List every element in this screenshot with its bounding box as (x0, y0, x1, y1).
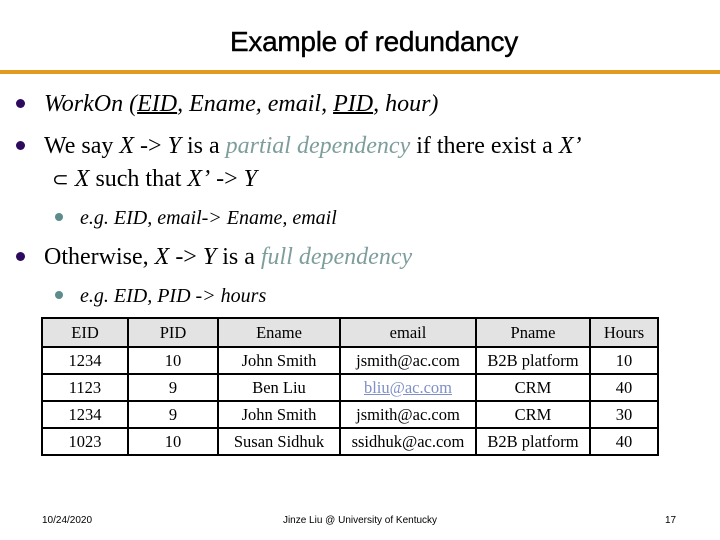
cell-pname: B2B platform (475, 427, 591, 456)
bullet-partial-dependency-cont: ⊂ X such that X’ -> Y (52, 163, 257, 196)
text: if there exist a (410, 133, 559, 159)
bullet-full-dependency: Otherwise, X -> Y is a full dependency (16, 241, 412, 273)
table-row: 1023 10 Susan Sidhuk ssidhuk@ac.com B2B … (41, 427, 659, 456)
text: is a (180, 133, 226, 159)
column-header: EID (41, 317, 129, 348)
cell-email-link[interactable]: bliu@ac.com (339, 373, 477, 402)
cell-eid: 1234 (41, 346, 129, 375)
column-header: Hours (589, 317, 659, 348)
cell-hours: 30 (589, 400, 659, 429)
sub-bullet-icon (55, 291, 63, 299)
schema-text: , Ename, email, (177, 91, 334, 117)
cell-pid: 9 (127, 400, 219, 429)
cell-email: jsmith@ac.com (339, 400, 477, 429)
column-header: PID (127, 317, 219, 348)
cell-pname: B2B platform (475, 346, 591, 375)
cell-pid: 10 (127, 427, 219, 456)
key-attribute-pid: PID (333, 91, 374, 117)
var-x-prime: X’ (187, 166, 211, 192)
text: Otherwise, (44, 244, 155, 270)
cell-eid: 1234 (41, 400, 129, 429)
cell-hours: 40 (589, 427, 659, 456)
cell-eid: 1123 (41, 373, 129, 402)
cell-hours: 40 (589, 373, 659, 402)
key-attribute-eid: EID (137, 91, 178, 117)
cell-pname: CRM (475, 373, 591, 402)
slide-title: Example of redundancy (230, 26, 519, 57)
text: We say (44, 133, 120, 159)
cell-email: ssidhuk@ac.com (339, 427, 477, 456)
cell-ename: John Smith (217, 346, 341, 375)
bullet-partial-dependency: We say X -> Y is a partial dependency if… (16, 130, 581, 162)
sub-bullet-full-example: e.g. EID, PID -> hours (55, 280, 266, 312)
table-row: 1123 9 Ben Liu bliu@ac.com CRM 40 (41, 373, 659, 402)
page-number: 17 (665, 515, 677, 526)
bullet-icon (16, 99, 25, 108)
relation-name: WorkOn (44, 91, 124, 117)
sub-bullet-partial-example: e.g. EID, email-> Ename, email (55, 202, 337, 234)
term-full-dependency: full dependency (260, 244, 413, 270)
bullet-workon-schema: WorkOn (EID, Ename, email, PID, hour) (16, 88, 438, 120)
arrow: -> (210, 166, 244, 192)
cell-email: jsmith@ac.com (339, 346, 477, 375)
table-row: 1234 9 John Smith jsmith@ac.com CRM 30 (41, 400, 659, 429)
example-text: e.g. EID, PID -> hours (80, 285, 267, 307)
column-header: email (339, 317, 477, 348)
text: such that (89, 166, 188, 192)
cell-pid: 10 (127, 346, 219, 375)
var-y: Y (243, 166, 257, 192)
schema-text: ( (123, 91, 138, 117)
cell-pname: CRM (475, 400, 591, 429)
term-partial-dependency: partial dependency (225, 133, 411, 159)
cell-ename: John Smith (217, 400, 341, 429)
table-header-row: EID PID Ename email Pname Hours (41, 317, 659, 348)
bullet-icon (16, 252, 25, 261)
example-text: e.g. EID, email-> Ename, email (80, 207, 337, 229)
table-row: 1234 10 John Smith jsmith@ac.com B2B pla… (41, 346, 659, 375)
footer-author: Jinze Liu @ University of Kentucky (282, 515, 438, 526)
title-divider (0, 70, 720, 74)
var-y: Y (167, 133, 181, 159)
text: is a (216, 244, 261, 270)
var-x: X (74, 166, 90, 192)
column-header: Ename (217, 317, 341, 348)
var-y: Y (202, 244, 217, 270)
var-x-prime: X’ (558, 133, 582, 159)
var-x: X (119, 133, 135, 159)
cell-ename: Ben Liu (217, 373, 341, 402)
arrow: -> (169, 244, 203, 270)
column-header: Pname (475, 317, 591, 348)
cell-pid: 9 (127, 373, 219, 402)
sub-bullet-icon (55, 213, 63, 221)
subset-symbol: ⊂ (52, 169, 69, 191)
arrow: -> (134, 133, 168, 159)
schema-text: , hour) (373, 91, 439, 117)
cell-ename: Susan Sidhuk (217, 427, 341, 456)
cell-eid: 1023 (41, 427, 129, 456)
bullet-icon (16, 141, 25, 150)
var-x: X (154, 244, 170, 270)
workon-table: EID PID Ename email Pname Hours 1234 10 … (41, 317, 659, 456)
cell-hours: 10 (589, 346, 659, 375)
